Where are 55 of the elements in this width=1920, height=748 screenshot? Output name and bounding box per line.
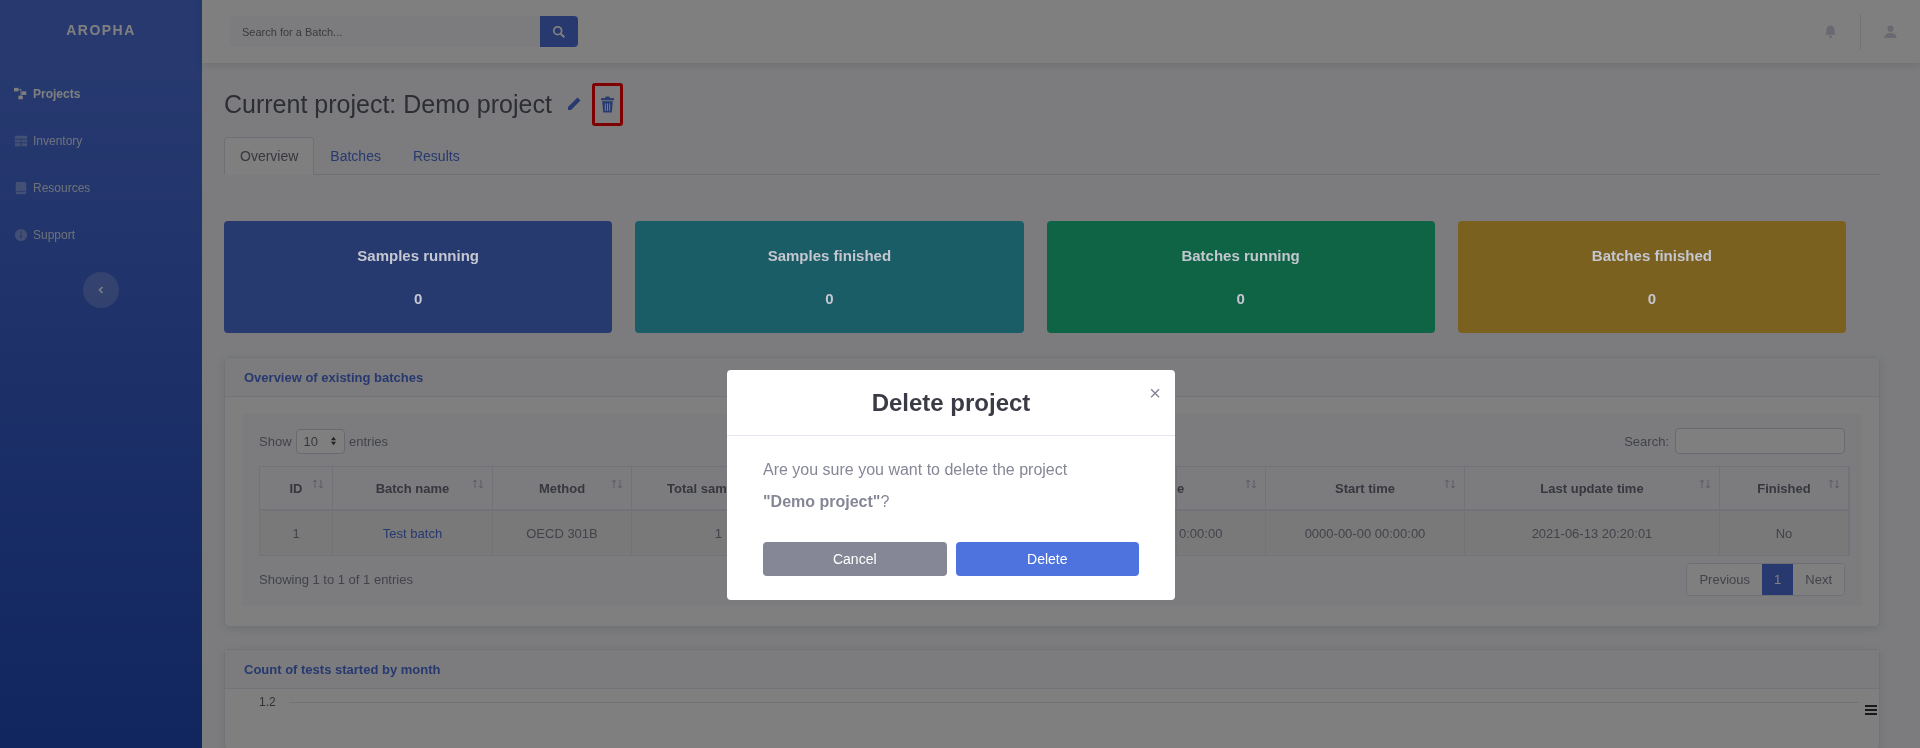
tab[interactable]: Overview xyxy=(224,137,315,175)
length-suffix: entries xyxy=(349,433,389,449)
column-header[interactable]: Finished xyxy=(1757,480,1811,496)
pagination-button[interactable]: 1 xyxy=(1762,564,1794,595)
select-arrows-icon xyxy=(330,436,337,446)
column-header[interactable]: ID xyxy=(289,480,303,496)
axis-tick-label: 1.2 xyxy=(259,695,276,709)
stat-value: 0 xyxy=(1236,290,1245,307)
sidebar-item[interactable]: Inventory xyxy=(0,117,97,164)
sort-icon[interactable] xyxy=(611,479,623,489)
search-icon xyxy=(552,24,566,39)
dialog-message: Are you sure you want to delete the project "Demo project"? xyxy=(763,460,1069,512)
trash-icon[interactable] xyxy=(591,82,623,126)
panel-title: Overview of existing batches xyxy=(244,369,424,385)
pencil-icon[interactable] xyxy=(565,96,582,112)
column-header[interactable]: Total sam xyxy=(667,480,727,496)
page-title: Current project: Demo project xyxy=(224,89,552,119)
column-header[interactable]: Batch name xyxy=(375,480,450,496)
search-label: Search: xyxy=(1624,433,1669,449)
chevron-left-icon xyxy=(96,285,106,295)
table-info: Showing 1 to 1 of 1 entries xyxy=(259,572,413,587)
column-header[interactable]: Start time xyxy=(1335,480,1395,496)
sidebar-item[interactable]: Projects xyxy=(0,70,95,117)
batch-link[interactable]: Test batch xyxy=(382,525,443,541)
chart-title: Count of tests started by month xyxy=(244,661,441,677)
search-button[interactable] xyxy=(540,16,578,47)
length-label: Show xyxy=(259,433,292,449)
stat-label: Samples running xyxy=(357,247,479,264)
brand-logo[interactable]: AROPHA xyxy=(66,22,136,38)
close-button[interactable]: × xyxy=(1145,382,1165,405)
dialog-title: Delete project xyxy=(871,388,1031,417)
stat-value: 0 xyxy=(413,290,423,307)
menu-icon[interactable] xyxy=(1865,705,1877,715)
sort-icon[interactable] xyxy=(1245,479,1257,489)
sort-icon[interactable] xyxy=(472,479,484,489)
sitemap-icon xyxy=(14,86,28,101)
page-length-select[interactable]: 10 xyxy=(295,428,345,454)
stat-label: Batches running xyxy=(1181,247,1300,264)
sort-icon[interactable] xyxy=(312,479,324,489)
tab[interactable]: Results xyxy=(396,137,476,175)
sidebar-item[interactable]: Support xyxy=(0,211,90,258)
tab[interactable]: Batches xyxy=(314,137,397,175)
column-header[interactable]: Last update time xyxy=(1540,480,1644,496)
sort-icon[interactable] xyxy=(1828,479,1840,489)
column-header[interactable]: e xyxy=(1177,480,1185,496)
column-header[interactable]: Method xyxy=(538,480,586,496)
stat-label: Batches finished xyxy=(1591,247,1712,264)
delete-button[interactable]: Delete xyxy=(955,542,1139,576)
stat-value: 0 xyxy=(1647,290,1657,307)
sidebar-item[interactable]: Resources xyxy=(0,164,105,211)
stat-label: Samples finished xyxy=(767,247,892,264)
cancel-button[interactable]: Cancel xyxy=(763,542,947,576)
sort-icon[interactable] xyxy=(1699,479,1711,489)
stat-value: 0 xyxy=(825,290,834,307)
sort-icon[interactable] xyxy=(1444,479,1456,489)
